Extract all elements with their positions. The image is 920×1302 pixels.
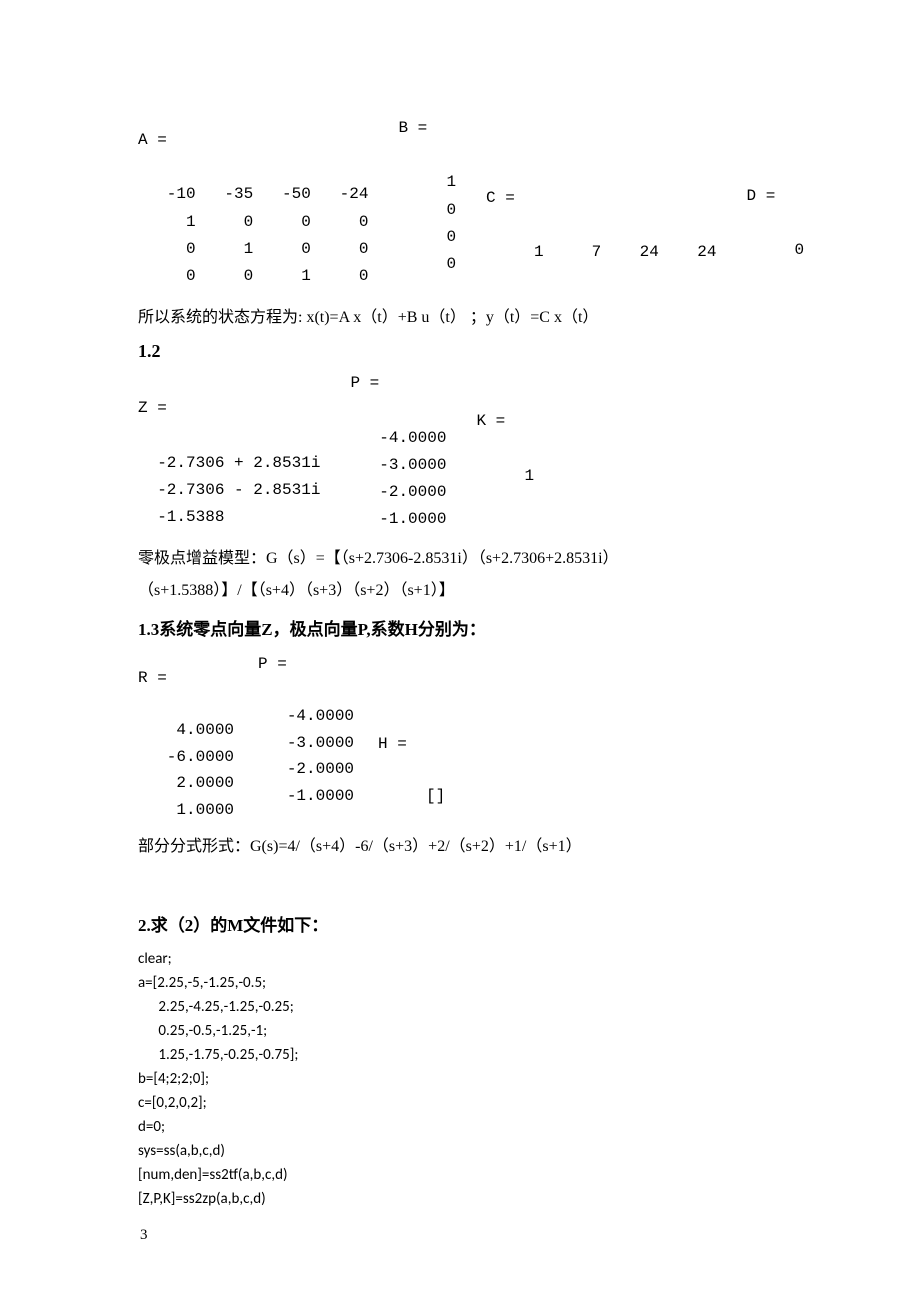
heading-2-text: .求（2）的M文件如下：	[147, 916, 329, 935]
matrix-D-label: D =	[746, 187, 775, 205]
matrix-K-rows: 1	[476, 467, 534, 485]
matrix-K-label: K =	[476, 412, 505, 430]
matrix-block-rph: R = 4.0000 -6.0000 2.0000 1.0000 P = -4.…	[138, 651, 790, 823]
matrix-H-rows: []	[378, 787, 445, 805]
matrix-P2-rows: -4.0000 -3.0000 -2.0000 -1.0000	[258, 707, 354, 804]
matrix-P: P = -4.0000 -3.0000 -2.0000 -1.0000	[350, 370, 446, 533]
matrix-A-label: A =	[138, 131, 167, 149]
state-equation-paragraph: 所以系统的状态方程为: x(t)=A x（t）+B u（t） ；y（t）=C x…	[138, 304, 790, 331]
document-page: A = -10 -35 -50 -24 1 0 0 0 0 1 0 0 0 0 …	[0, 0, 920, 1302]
matrix-Z: Z = -2.7306 + 2.8531i -2.7306 - 2.8531i …	[138, 395, 320, 531]
matrix-H: H = []	[378, 731, 445, 810]
matrix-P-rows: -4.0000 -3.0000 -2.0000 -1.0000	[350, 429, 446, 529]
partial-fraction-paragraph: 部分分式形式：G(s)=4/（s+4）-6/（s+3）+2/（s+2）+1/（s…	[138, 833, 790, 860]
heading-2-number: 2	[138, 916, 147, 935]
matrix-A: A = -10 -35 -50 -24 1 0 0 0 0 1 0 0 0 0 …	[138, 127, 368, 290]
matrix-R-rows: 4.0000 -6.0000 2.0000 1.0000	[138, 721, 234, 818]
spacer	[138, 864, 790, 900]
matrix-P2-label: P =	[258, 655, 287, 673]
matrix-Z-label: Z =	[138, 399, 167, 417]
matrix-D: D = 0	[746, 183, 804, 265]
matrix-C-label: C =	[486, 189, 515, 207]
matlab-code-block: clear; a=[2.25,-5,-1.25,-0.5; 2.25,-4.25…	[138, 947, 790, 1211]
matrix-block-abcd: A = -10 -35 -50 -24 1 0 0 0 0 1 0 0 0 0 …	[138, 115, 790, 290]
matrix-H-label: H =	[378, 735, 407, 753]
heading-1-3-number: 1.3	[138, 620, 159, 639]
matrix-Z-rows: -2.7306 + 2.8531i -2.7306 - 2.8531i -1.5…	[138, 454, 320, 526]
matrix-D-rows: 0	[746, 241, 804, 259]
matrix-B-label: B =	[398, 119, 427, 137]
matrix-R-label: R =	[138, 669, 167, 687]
zpk-model-line1: 零极点增益模型：G（s）=【（s+2.7306-2.8531i）（s+2.730…	[138, 545, 790, 572]
matrix-R: R = 4.0000 -6.0000 2.0000 1.0000	[138, 665, 234, 823]
matrix-A-rows: -10 -35 -50 -24 1 0 0 0 0 1 0 0 0 0 1 0	[138, 185, 368, 285]
matrix-C: C = 1 7 24 24	[486, 185, 716, 267]
matrix-B-rows: 1 0 0 0	[398, 173, 456, 273]
matrix-B: B = 1 0 0 0	[398, 115, 456, 278]
matrix-P2: P = -4.0000 -3.0000 -2.0000 -1.0000	[258, 651, 354, 809]
matrix-P-label: P =	[350, 374, 379, 392]
page-number: 3	[140, 1227, 148, 1244]
heading-2: 2.求（2）的M文件如下：	[138, 912, 790, 941]
heading-1-3: 1.3系统零点向量Z，极点向量P,系数H分别为：	[138, 616, 790, 645]
matrix-block-zpk: Z = -2.7306 + 2.8531i -2.7306 - 2.8531i …	[138, 370, 790, 533]
matrix-C-rows: 1 7 24 24	[486, 243, 716, 261]
matrix-K: K = 1	[476, 408, 534, 490]
heading-1-3-text: 系统零点向量Z，极点向量P,系数H分别为：	[159, 620, 486, 639]
zpk-model-line2: （s+1.5388）】/【（s+4）（s+3）（s+2）（s+1）】	[138, 577, 790, 604]
heading-1-2: 1.2	[138, 341, 790, 362]
